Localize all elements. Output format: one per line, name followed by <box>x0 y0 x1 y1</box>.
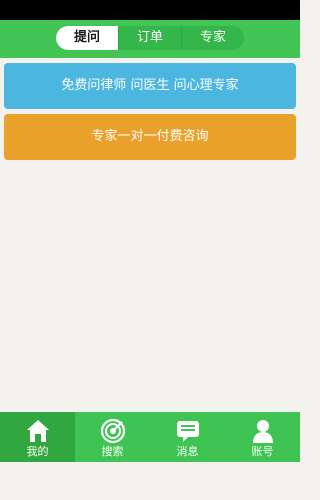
nav-label-search: 搜索 <box>101 445 124 458</box>
segmented-tabs: 提问 订单 专家 <box>56 26 244 50</box>
main-content: 免费问律师 问医生 问心理专家 专家一对一付费咨询 <box>0 58 300 412</box>
tab-experts[interactable]: 专家 <box>181 26 244 50</box>
nav-label-account: 账号 <box>251 445 274 458</box>
tab-ask[interactable]: 提问 <box>56 26 118 50</box>
home-icon <box>26 420 49 442</box>
top-bar: 提问 订单 专家 <box>0 20 300 58</box>
nav-item-search[interactable]: 搜索 <box>75 412 150 462</box>
nav-item-messages[interactable]: 消息 <box>150 412 225 462</box>
paid-consult-button[interactable]: 专家一对一付费咨询 <box>4 114 296 160</box>
free-ask-button[interactable]: 免费问律师 问医生 问心理专家 <box>4 63 296 109</box>
status-bar <box>0 0 300 20</box>
nav-label-mine: 我的 <box>26 445 49 458</box>
tab-orders[interactable]: 订单 <box>118 26 181 50</box>
message-icon <box>176 421 199 442</box>
nav-label-messages: 消息 <box>176 445 199 458</box>
bottom-nav: 我的 搜索 消息 账号 <box>0 412 300 462</box>
target-icon <box>100 418 125 444</box>
footer-area <box>0 462 300 500</box>
person-icon <box>252 420 273 443</box>
nav-item-account[interactable]: 账号 <box>225 412 300 462</box>
nav-item-mine[interactable]: 我的 <box>0 412 75 462</box>
